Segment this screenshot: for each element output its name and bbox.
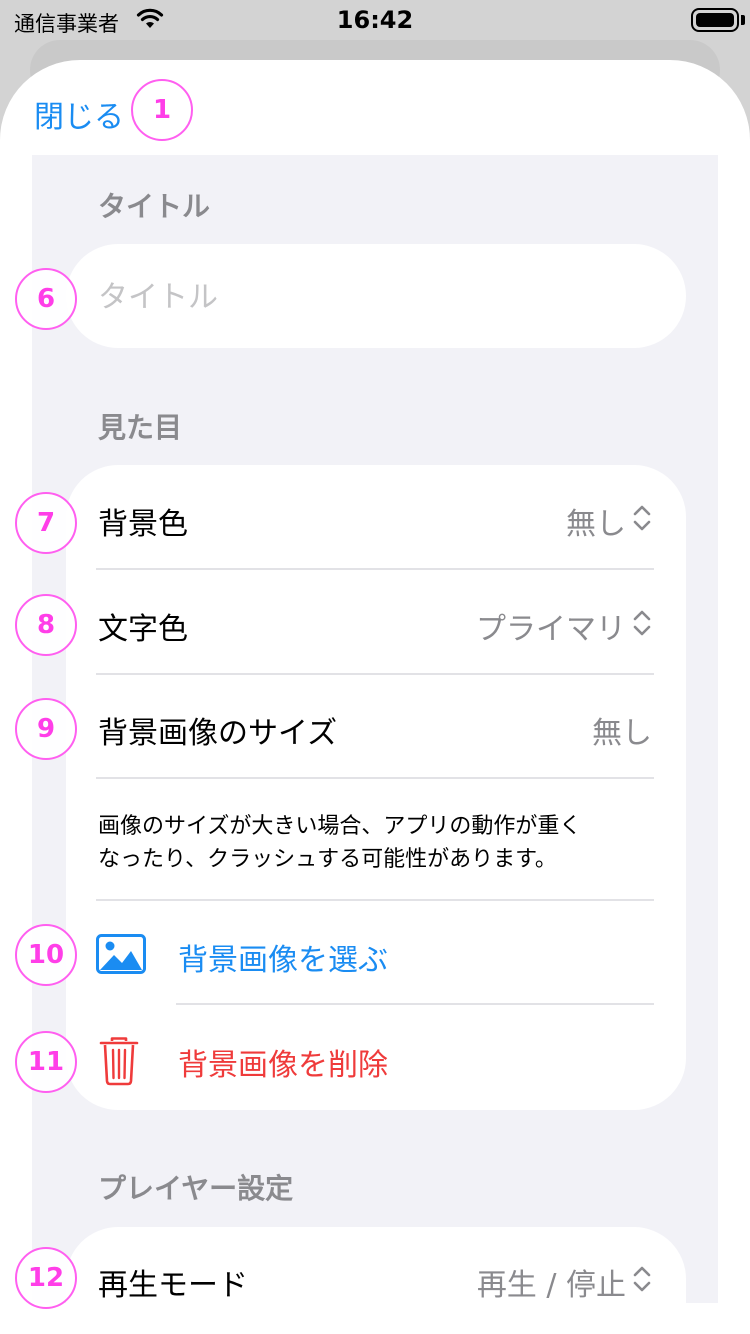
annotation-marker: 9 (15, 698, 77, 760)
note-line: なったり、クラッシュする可能性があります。 (98, 847, 557, 872)
background-color-value[interactable]: 無し (566, 499, 626, 543)
trash-icon (99, 1036, 139, 1090)
annotation-marker: 11 (15, 1031, 77, 1093)
text-color-label: 文字色 (98, 612, 188, 647)
status-bar: 通信事業者 16:42 (0, 0, 750, 40)
playback-mode-value[interactable]: 再生 / 停止 (477, 1260, 626, 1304)
section-header-appearance: 見た目 (98, 411, 183, 444)
divider (96, 777, 654, 779)
annotation-marker: 6 (15, 268, 77, 330)
appearance-card (66, 465, 686, 1110)
annotation-marker: 1 (131, 79, 193, 141)
up-down-chevron-icon (632, 503, 652, 533)
text-color-value[interactable]: プライマリ (476, 604, 626, 648)
divider (96, 568, 654, 570)
playback-mode-label: 再生モード (98, 1268, 248, 1303)
image-size-note: 画像のサイズが大きい場合、アプリの動作が重く なったり、クラッシュする可能性があ… (98, 810, 658, 876)
title-input[interactable] (98, 276, 658, 318)
section-header-player: プレイヤー設定 (98, 1172, 294, 1205)
close-button[interactable]: 閉じる (34, 92, 124, 136)
annotation-marker: 12 (15, 1247, 77, 1309)
battery-tip (741, 15, 745, 25)
section-header-title: タイトル (98, 190, 211, 223)
annotation-marker: 7 (15, 492, 77, 554)
annotation-marker: 10 (15, 924, 77, 986)
note-line: 画像のサイズが大きい場合、アプリの動作が重く (98, 814, 582, 839)
background-image-size-label: 背景画像のサイズ (98, 716, 338, 751)
divider (96, 673, 654, 675)
choose-background-image-button[interactable]: 背景画像を選ぶ (178, 935, 388, 979)
divider (176, 1003, 654, 1005)
background-color-label: 背景色 (98, 507, 188, 542)
battery-icon (691, 8, 739, 32)
up-down-chevron-icon (632, 1264, 652, 1294)
photo-icon (96, 934, 146, 978)
divider (96, 899, 654, 901)
up-down-chevron-icon (632, 608, 652, 638)
annotation-marker: 8 (15, 594, 77, 656)
clock: 16:42 (336, 6, 414, 34)
background-image-size-value: 無し (592, 716, 652, 751)
delete-background-image-button[interactable]: 背景画像を削除 (178, 1040, 388, 1084)
